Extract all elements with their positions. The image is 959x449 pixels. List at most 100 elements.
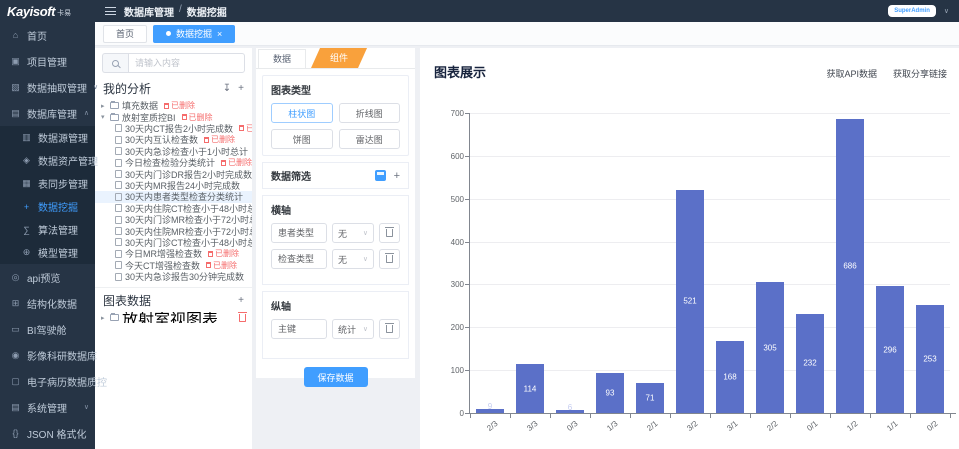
chart-type-button-折线图[interactable]: 折线图 — [339, 103, 401, 123]
delete-chart-icon[interactable] — [239, 314, 246, 322]
bar[interactable]: 6 — [556, 410, 584, 413]
sidebar-item-数据抽取管理[interactable]: ▧数据抽取管理∨ — [0, 74, 95, 100]
tree-item[interactable]: 30天内互认检查数已删除 — [95, 134, 252, 145]
tree-item[interactable]: 今天CT增强检查数已删除 — [95, 259, 252, 270]
user-badge[interactable]: SuperAdmin — [888, 5, 936, 17]
search-button[interactable] — [102, 53, 128, 73]
bar[interactable]: 232 — [796, 314, 824, 413]
add-analysis-icon[interactable]: + — [238, 83, 244, 94]
bar[interactable]: 71 — [636, 383, 664, 413]
close-icon[interactable]: × — [217, 29, 222, 39]
get-api-data-link[interactable]: 获取API数据 — [826, 67, 877, 80]
axis-delete-button[interactable] — [379, 319, 400, 339]
axis-delete-button[interactable] — [379, 249, 400, 269]
file-icon — [115, 170, 122, 178]
tree-item-label: 30天内互认检查数 — [125, 134, 198, 145]
bar-chart: 010020030040050060070092/31143/360/3931/… — [470, 113, 950, 413]
y-tick-label: 200 — [430, 323, 464, 332]
x-tick-label: 1/1 — [866, 419, 900, 448]
chart-type-button-雷达图[interactable]: 雷达图 — [339, 129, 401, 149]
sidebar-item-数据库管理[interactable]: ▤数据库管理∧ — [0, 100, 95, 126]
chart-type-title: 图表类型 — [271, 82, 400, 97]
axis-delete-button[interactable] — [379, 223, 400, 243]
chart-list-item[interactable]: ▸放射室视图表 — [95, 312, 252, 323]
caret-collapsed-icon[interactable]: ▸ — [101, 314, 107, 322]
x-tick — [510, 414, 511, 418]
x-tick-label: 2/1 — [626, 419, 660, 448]
breadcrumb-root[interactable]: 数据库管理 — [124, 4, 174, 19]
chevron-down-icon: ∨ — [93, 83, 98, 91]
bar[interactable]: 686 — [836, 119, 864, 413]
config-tab-组件[interactable]: 组件 — [311, 48, 367, 68]
sidebar-item-项目管理[interactable]: ▣项目管理 — [0, 48, 95, 74]
tree-item[interactable]: 30天内门诊DR报告2小时完成数 — [95, 168, 252, 179]
bar[interactable]: 305 — [756, 282, 784, 413]
filter-add-icon[interactable]: + — [394, 170, 400, 182]
sidebar-item-表同步管理[interactable]: ▦表同步管理 — [0, 172, 95, 195]
caret-expanded-icon[interactable]: ▾ — [101, 113, 107, 121]
tree-item[interactable]: 30天内门诊MR检查小于72小时总计 — [95, 214, 252, 225]
sidebar-item-JSON 格式化[interactable]: {}JSON 格式化 — [0, 420, 95, 446]
deleted-tag: 已删除 — [182, 112, 213, 123]
chart-type-button-柱状图[interactable]: 柱状图 — [271, 103, 333, 123]
sidebar-item-api预览[interactable]: ◎api预览 — [0, 264, 95, 290]
sidebar-item-首页[interactable]: ⌂首页 — [0, 22, 95, 48]
trash-icon — [386, 325, 393, 333]
chevron-down-icon[interactable]: ∨ — [944, 7, 949, 15]
x-tick — [590, 414, 591, 418]
workspace-tab-首页[interactable]: 首页 — [103, 25, 147, 43]
sidebar-item-电子病历数据质控[interactable]: ▢电子病历数据质控 — [0, 368, 95, 394]
bar[interactable]: 168 — [716, 341, 744, 413]
bar[interactable]: 253 — [916, 305, 944, 413]
axis-agg-select[interactable]: 统计∨ — [332, 319, 374, 339]
tree-item[interactable]: 今日MR增强检查数已删除 — [95, 248, 252, 259]
filter-save-icon[interactable] — [375, 170, 386, 181]
brand-name: Kayisoft — [7, 4, 55, 19]
tree-folder[interactable]: ▸填充数据已删除 — [95, 100, 252, 111]
search-input[interactable] — [128, 53, 245, 73]
bar[interactable]: 114 — [516, 364, 544, 413]
bar[interactable]: 296 — [876, 286, 904, 413]
tree-item-label: 30天内门诊DR报告2小时完成数 — [125, 168, 252, 179]
workspace-tab-label: 首页 — [116, 27, 134, 40]
tree-item[interactable]: 30天内患者类型检查分类统计 — [95, 191, 252, 202]
sidebar-item-结构化数据[interactable]: ⊞结构化数据 — [0, 290, 95, 316]
import-icon[interactable]: ↧ — [223, 83, 231, 94]
tree-item[interactable]: 30天内CT报告2小时完成数已删除 — [95, 123, 252, 134]
tree-item[interactable]: 今日检查检验分类统计已删除 — [95, 157, 252, 168]
x-axis-rows: 患者类型无∨检查类型无∨ — [271, 223, 400, 269]
tree-item[interactable]: 30天内门诊CT检查小于48小时总计 — [95, 237, 252, 248]
axis-agg-select[interactable]: 无∨ — [332, 223, 374, 243]
tree-item[interactable]: 30天内住院MR检查小于72小时总计 — [95, 225, 252, 236]
config-tabbar: 数据组件 — [256, 48, 415, 69]
trash-icon — [164, 103, 169, 109]
bar[interactable]: 521 — [676, 190, 704, 413]
bar[interactable]: 9 — [476, 409, 504, 413]
menu-collapse-icon[interactable] — [105, 7, 116, 15]
x-tick — [710, 414, 711, 418]
sidebar-item-系统管理[interactable]: ▤系统管理∨ — [0, 394, 95, 420]
chart-type-button-饼图[interactable]: 饼图 — [271, 129, 333, 149]
tree-item[interactable]: 30天内住院CT检查小于48小时总计 — [95, 203, 252, 214]
workspace-tab-数据挖掘[interactable]: 数据挖掘× — [153, 25, 235, 43]
bar[interactable]: 93 — [596, 373, 624, 413]
sidebar-item-数据挖掘[interactable]: +数据挖掘 — [0, 195, 95, 218]
sidebar-item-BI驾驶舱[interactable]: ▭BI驾驶舱 — [0, 316, 95, 342]
tree-item[interactable]: 30天内MR报告24小时完成数 — [95, 180, 252, 191]
chart-data-header: 图表数据 + — [95, 290, 252, 312]
config-tab-数据[interactable]: 数据 — [258, 49, 306, 68]
sidebar-item-数据源管理[interactable]: ▥数据源管理 — [0, 126, 95, 149]
caret-collapsed-icon[interactable]: ▸ — [101, 102, 107, 110]
axis-agg-select[interactable]: 无∨ — [332, 249, 374, 269]
sidebar-item-影像科研数据库[interactable]: ◉影像科研数据库 — [0, 342, 95, 368]
tree-item[interactable]: 30天内急诊报告30分钟完成数 — [95, 271, 252, 282]
tree-folder[interactable]: ▾放射室质控BI已删除 — [95, 111, 252, 122]
sidebar-item-算法管理[interactable]: ∑算法管理 — [0, 218, 95, 241]
add-chart-icon[interactable]: + — [238, 295, 244, 306]
save-data-button[interactable]: 保存数据 — [304, 367, 368, 387]
sidebar-item-模型管理[interactable]: ⊕模型管理 — [0, 241, 95, 264]
sidebar-item-数据资产管理[interactable]: ◈数据资产管理 — [0, 149, 95, 172]
y-axis-title: 纵轴 — [271, 298, 400, 313]
tree-item[interactable]: 30天内急诊检查小于1小时总计 — [95, 146, 252, 157]
get-share-link[interactable]: 获取分享链接 — [893, 67, 947, 80]
